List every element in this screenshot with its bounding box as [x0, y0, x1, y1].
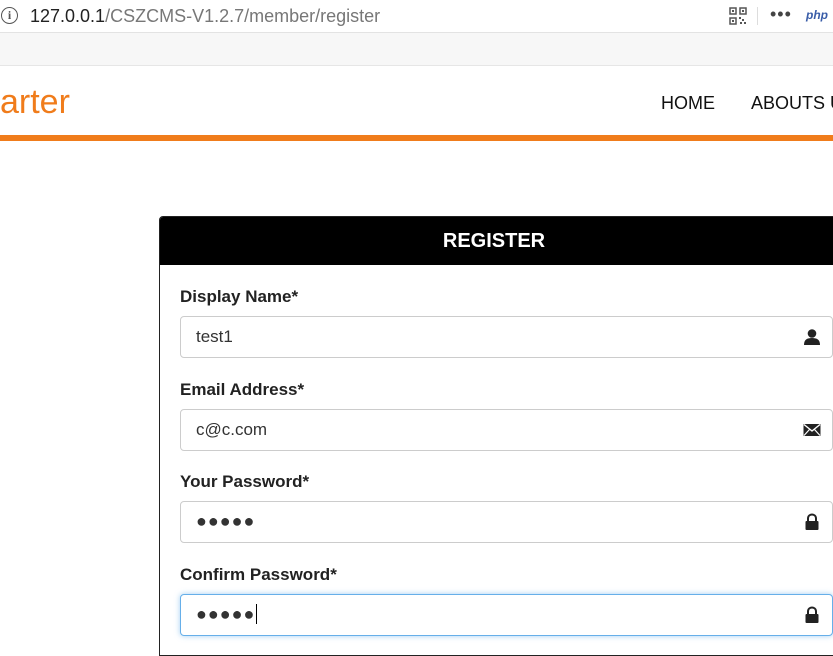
display-name-input[interactable]: test1	[180, 316, 833, 358]
email-input[interactable]: c@c.com	[180, 409, 833, 451]
display-name-value: test1	[196, 327, 233, 346]
url-text[interactable]: 127.0.0.1/CSZCMS-V1.2.7/member/register	[30, 6, 380, 27]
toolbar-divider	[757, 7, 758, 25]
email-value: c@c.com	[196, 420, 268, 439]
envelope-icon	[803, 423, 821, 436]
site-logo[interactable]: arter	[0, 83, 70, 122]
nav-home-link[interactable]: HOME	[661, 93, 715, 114]
display-name-label: Display Name*	[180, 287, 299, 306]
address-bar[interactable]: i 127.0.0.1/CSZCMS-V1.2.7/member/registe…	[0, 0, 833, 33]
text-caret	[256, 604, 258, 624]
password-label: Your Password*	[180, 472, 310, 491]
more-options-icon[interactable]: •••	[770, 4, 792, 25]
site-info-icon[interactable]: i	[1, 7, 18, 24]
user-icon	[804, 329, 820, 345]
bookmarks-bar	[0, 33, 833, 66]
lock-icon	[805, 606, 819, 623]
lock-icon	[805, 513, 819, 530]
register-panel: REGISTER Display Name* test1 Email Addre…	[159, 216, 833, 656]
nav-about-link[interactable]: ABOUTS U	[751, 93, 833, 114]
email-label: Email Address*	[180, 380, 305, 399]
confirm-password-value: ●●●●●	[196, 604, 258, 624]
header-accent-bar	[0, 135, 833, 141]
register-title: REGISTER	[160, 217, 833, 265]
site-header: arter HOME ABOUTS U	[0, 66, 833, 136]
confirm-password-label: Confirm Password*	[180, 565, 337, 584]
password-value: ●●●●●	[196, 511, 256, 531]
confirm-password-input[interactable]: ●●●●●	[180, 594, 833, 636]
php-extension-icon[interactable]: php	[806, 8, 828, 22]
password-input[interactable]: ●●●●●	[180, 501, 833, 543]
qr-code-icon[interactable]	[729, 7, 747, 25]
